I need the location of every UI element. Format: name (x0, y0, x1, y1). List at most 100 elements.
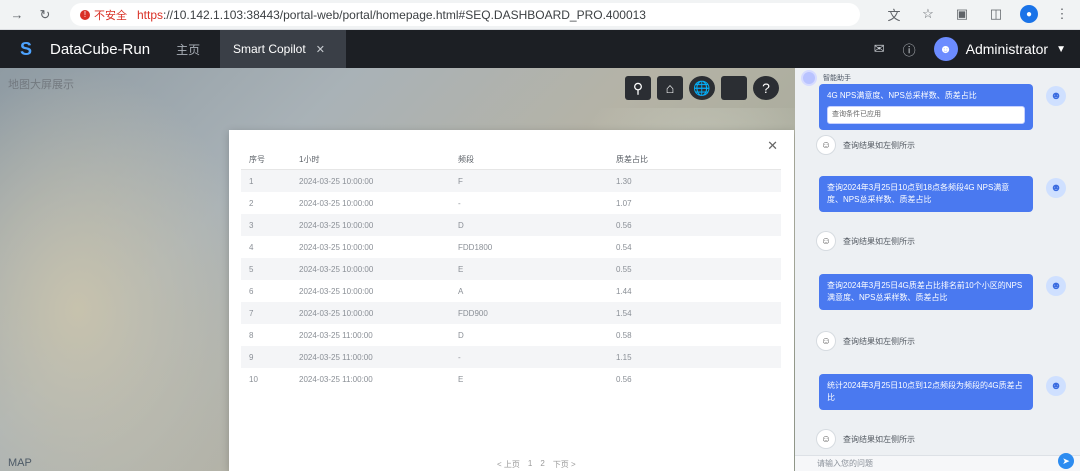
close-icon[interactable]: ✕ (316, 43, 325, 56)
user-message: 查询2024年3月25日10点到18点各频段4G NPS满意度、NPS总采样数、… (819, 176, 1033, 212)
avatar[interactable]: ☻ (933, 37, 958, 61)
address-bar[interactable]: ! 不安全 https ://10.142.1.103:38443/portal… (70, 3, 860, 26)
table-cell: 1.07 (616, 198, 632, 208)
insecure-badge[interactable]: ! 不安全 (80, 7, 127, 23)
table-cell: 5 (249, 264, 254, 274)
chevron-down-icon[interactable]: ▼ (1056, 44, 1066, 55)
table-cell: 10 (249, 374, 258, 384)
mail-icon[interactable]: ✉ (874, 41, 885, 57)
table-cell: D (458, 330, 464, 340)
table-cell: F (458, 176, 463, 186)
translate-icon[interactable]: 文 (884, 4, 904, 24)
table-cell: 0.55 (616, 264, 632, 274)
bot-avatar-icon: ☺ (817, 136, 835, 154)
header-actions: ✉ ⓘ ☻ Administrator ▼ (874, 30, 1066, 68)
bot-message: ☺ 查询结果如左侧所示 (817, 430, 915, 448)
table-row[interactable]: 5 2024-03-25 10:00:00 E 0.55 (241, 258, 781, 280)
table-row[interactable]: 10 2024-03-25 11:00:00 E 0.56 (241, 368, 781, 390)
bot-message: ☺ 查询结果如左侧所示 (817, 332, 915, 350)
message-text: 查询结果如左侧所示 (843, 140, 915, 150)
table-cell: 1.44 (616, 286, 632, 296)
table-row[interactable]: 3 2024-03-25 10:00:00 D 0.56 (241, 214, 781, 236)
chat-input[interactable]: 请输入您的问题 (795, 455, 1080, 471)
user-message: 统计2024年3月25日10点到12点频段为频段的4G质差占比 (819, 374, 1033, 410)
table-body: 1 2024-03-25 10:00:00 F 1.30 2 2024-03-2… (241, 170, 781, 390)
table-row[interactable]: 1 2024-03-25 10:00:00 F 1.30 (241, 170, 781, 192)
home-icon[interactable]: ⌂ (657, 76, 683, 100)
table-cell: FDD1800 (458, 242, 493, 252)
message-text: 统计2024年3月25日10点到12点频段为频段的4G质差占比 (827, 381, 1023, 402)
back-arrow-icon[interactable]: → (6, 4, 28, 26)
bot-message: ☺ 查询结果如左侧所示 (817, 136, 915, 154)
table-row[interactable]: 6 2024-03-25 10:00:00 A 1.44 (241, 280, 781, 302)
table-cell: 9 (249, 352, 254, 362)
table-cell: 4 (249, 242, 254, 252)
help-icon[interactable]: ⓘ (903, 40, 916, 59)
bookmark-star-icon[interactable]: ☆ (918, 4, 938, 24)
bot-avatar (801, 70, 817, 86)
table-cell: 2024-03-25 10:00:00 (299, 176, 374, 186)
table-row[interactable]: 8 2024-03-25 11:00:00 D 0.58 (241, 324, 781, 346)
bot-avatar-icon: ☺ (817, 232, 835, 250)
table-cell: D (458, 220, 464, 230)
table-cell: - (458, 198, 461, 208)
user-avatar-icon: ☻ (1046, 376, 1066, 396)
message-text: 查询2024年3月25日10点到18点各频段4G NPS满意度、NPS总采样数、… (827, 183, 1010, 204)
table-cell: 2 (249, 198, 254, 208)
pagination-page[interactable]: 1 (528, 459, 532, 471)
datacube-logo-icon: S (20, 39, 33, 59)
message-text: 查询结果如左侧所示 (843, 236, 915, 246)
table-cell: A (458, 286, 464, 296)
message-card[interactable]: 查询条件已应用 (827, 106, 1025, 124)
table-header: 序号 1小时 频段 质差占比 (241, 150, 781, 170)
column-header[interactable]: 质差占比 (616, 154, 736, 165)
table-cell: 2024-03-25 10:00:00 (299, 220, 374, 230)
map-terrain (0, 68, 260, 471)
column-header[interactable]: 序号 (241, 154, 299, 165)
user-avatar-icon: ☻ (1046, 86, 1066, 106)
pagination-prev[interactable]: < 上页 (497, 459, 520, 471)
pagination-next[interactable]: 下页 > (553, 459, 576, 471)
pagination: < 上页 1 2 下页 > (497, 459, 576, 471)
bot-avatar-icon: ☺ (817, 430, 835, 448)
reload-icon[interactable]: ↻ (34, 4, 56, 26)
more-menu-icon[interactable]: ⋮ (1052, 4, 1072, 24)
table-cell: 1.54 (616, 308, 632, 318)
result-table: 序号 1小时 频段 质差占比 1 2024-03-25 10:00:00 F 1… (241, 150, 781, 390)
tab-home[interactable]: 主页 (176, 41, 200, 58)
pagination-page[interactable]: 2 (540, 459, 544, 471)
search-icon[interactable]: ⚲ (625, 76, 651, 100)
profile-icon[interactable]: ● (1020, 5, 1038, 23)
tab-smart-copilot-label: Smart Copilot (233, 42, 306, 56)
tab-smart-copilot[interactable]: Smart Copilot ✕ (220, 30, 346, 68)
help-icon[interactable]: ? (753, 76, 779, 100)
extensions-icon[interactable]: ▣ (952, 4, 972, 24)
insecure-label: 不安全 (94, 9, 127, 22)
user-message: 4G NPS满意度、NPS总采样数、质差占比 查询条件已应用 (819, 84, 1033, 130)
table-row[interactable]: 9 2024-03-25 11:00:00 - 1.15 (241, 346, 781, 368)
globe-icon[interactable]: 🌐 (689, 76, 715, 100)
table-cell: 1.30 (616, 176, 632, 186)
table-row[interactable]: 2 2024-03-25 10:00:00 - 1.07 (241, 192, 781, 214)
column-header[interactable]: 1小时 (299, 154, 458, 165)
table-row[interactable]: 7 2024-03-25 10:00:00 FDD900 1.54 (241, 302, 781, 324)
copilot-chat-panel: 智能助手 4G NPS满意度、NPS总采样数、质差占比 查询条件已应用 ☻ ☺ … (795, 68, 1080, 471)
user-name[interactable]: Administrator (966, 41, 1048, 57)
layers-icon[interactable] (721, 76, 747, 100)
sidebar-toggle-icon[interactable]: ◫ (986, 4, 1006, 24)
table-cell: 7 (249, 308, 254, 318)
table-cell: 8 (249, 330, 254, 340)
table-cell: 2024-03-25 11:00:00 (299, 330, 373, 340)
table-cell: E (458, 264, 464, 274)
bot-avatar-icon: ☺ (817, 332, 835, 350)
table-cell: 0.58 (616, 330, 632, 340)
table-cell: 0.54 (616, 242, 632, 252)
table-cell: 2024-03-25 11:00:00 (299, 374, 373, 384)
table-cell: 3 (249, 220, 254, 230)
send-icon[interactable]: ➤ (1058, 453, 1074, 469)
table-cell: 1.15 (616, 352, 632, 362)
table-cell: 2024-03-25 11:00:00 (299, 352, 373, 362)
column-header[interactable]: 频段 (458, 154, 616, 165)
table-row[interactable]: 4 2024-03-25 10:00:00 FDD1800 0.54 (241, 236, 781, 258)
user-avatar-icon: ☻ (1046, 178, 1066, 198)
